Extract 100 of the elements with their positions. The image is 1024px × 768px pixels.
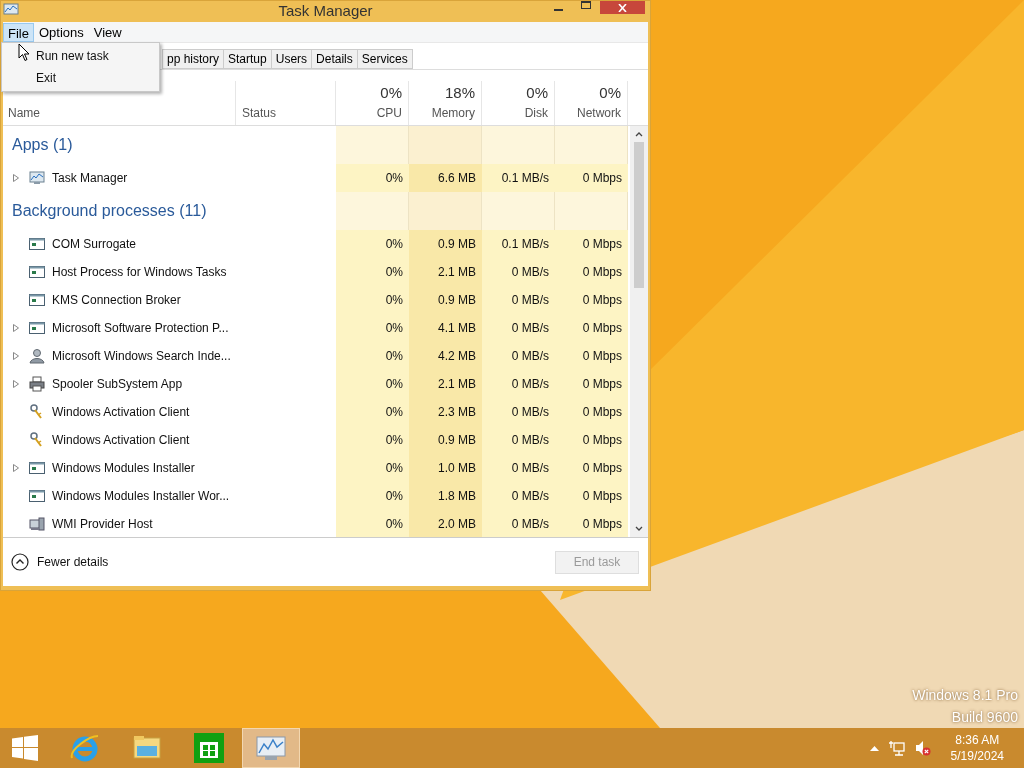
window-icon (29, 236, 45, 252)
table-cell: 0 MB/s (482, 314, 555, 342)
menu-item[interactable]: Options (33, 22, 89, 42)
table-cell: 0 Mbps (555, 230, 628, 258)
menu-entry[interactable]: Exit (32, 67, 159, 89)
table-cell: 0% (336, 398, 409, 426)
close-button[interactable] (600, 1, 645, 14)
process-name: Host Process for Windows Tasks (52, 264, 227, 281)
table-cell: 0 Mbps (555, 454, 628, 482)
expand-arrow-icon[interactable] (13, 380, 19, 388)
tab[interactable]: Services (356, 49, 413, 69)
process-name: COM Surrogate (52, 236, 137, 253)
usage-percent: 0% (599, 82, 621, 103)
network-icon[interactable] (888, 740, 905, 756)
column-header[interactable]: Name (8, 104, 40, 122)
scrollbar-thumb[interactable] (634, 142, 644, 288)
table-cell: 0 MB/s (482, 398, 555, 426)
maximize-icon (581, 1, 591, 9)
table-cell: 2.0 MB (409, 510, 482, 537)
column-header[interactable]: Memory (431, 104, 475, 122)
table-cell: 4.2 MB (409, 342, 482, 370)
group-heading: Background processes (11) (12, 201, 207, 221)
table-cell: 0 MB/s (482, 342, 555, 370)
menu-entry[interactable]: Run new task (32, 45, 159, 67)
table-cell: 4.1 MB (409, 314, 482, 342)
tab[interactable]: Details (311, 49, 358, 69)
process-name: KMS Connection Broker (52, 292, 181, 309)
tab[interactable]: Startup (223, 49, 272, 69)
menu-item[interactable]: View (88, 22, 127, 42)
table-cell: 0% (336, 230, 409, 258)
tab[interactable]: pp history (162, 49, 225, 69)
window-icon (29, 488, 45, 504)
close-icon (618, 3, 627, 12)
show-hidden-icons-icon[interactable] (869, 745, 879, 751)
group-heading: Apps (1) (12, 135, 73, 155)
table-cell: 0.1 MB/s (482, 230, 555, 258)
table-cell: 0 Mbps (555, 286, 628, 314)
table-cell: 0% (336, 454, 409, 482)
usage-percent: 18% (444, 82, 475, 103)
process-name: Windows Modules Installer (52, 460, 195, 477)
column-header[interactable]: Disk (524, 104, 548, 122)
keys-icon (29, 432, 45, 448)
table-cell: 2.1 MB (409, 370, 482, 398)
window-icon (29, 264, 45, 280)
table-cell: 1.8 MB (409, 482, 482, 510)
table-cell: 0 Mbps (555, 164, 628, 192)
printer-icon (29, 376, 45, 392)
column-header[interactable]: Status (242, 104, 277, 122)
column-header[interactable]: Network (577, 104, 621, 122)
window-icon (29, 292, 45, 308)
expand-arrow-icon[interactable] (13, 464, 19, 472)
expand-arrow-icon[interactable] (13, 352, 19, 360)
table-cell: 1.0 MB (409, 454, 482, 482)
taskbar-app[interactable] (242, 728, 300, 768)
usage-percent: 0% (380, 82, 402, 103)
browser-e-icon (69, 732, 101, 764)
table-cell: 0% (336, 258, 409, 286)
scrollbar[interactable] (630, 126, 648, 537)
column-header[interactable]: CPU (376, 104, 402, 122)
expand-arrow-icon[interactable] (13, 174, 19, 182)
monitor-chart-icon (29, 170, 45, 186)
table-cell: 0 Mbps (555, 398, 628, 426)
store-bag-icon (193, 732, 225, 764)
table-cell: 0 MB/s (482, 510, 555, 537)
table-cell: 0 Mbps (555, 258, 628, 286)
speaker-muted-icon[interactable] (914, 740, 931, 756)
process-name: Spooler SubSystem App (52, 376, 183, 393)
table-cell: 0 Mbps (555, 314, 628, 342)
table-cell: 0 MB/s (482, 482, 555, 510)
fewer-details-button[interactable]: Fewer details (11, 553, 109, 571)
table-cell: 0 MB/s (482, 426, 555, 454)
window-icon (29, 460, 45, 476)
watermark-text: Build 9600 (951, 708, 1018, 727)
table-cell: 0.9 MB (409, 426, 482, 454)
tab[interactable]: Users (270, 49, 313, 69)
table-cell: 0 Mbps (555, 370, 628, 398)
table-cell: 0 Mbps (555, 426, 628, 454)
collapse-up-icon (11, 553, 29, 571)
table-cell: 0% (336, 342, 409, 370)
table-cell: 2.1 MB (409, 258, 482, 286)
computer-icon (29, 516, 45, 532)
windows-logo-icon (12, 735, 38, 761)
table-cell: 0% (336, 510, 409, 537)
process-name: Windows Activation Client (52, 404, 190, 421)
table-cell: 0% (336, 164, 409, 192)
process-name: Microsoft Windows Search Inde... (52, 348, 231, 365)
process-name: Windows Modules Installer Wor... (52, 488, 230, 505)
menu-item[interactable]: File (3, 22, 34, 42)
table-cell: 6.6 MB (409, 164, 482, 192)
table-cell: 0.9 MB (409, 230, 482, 258)
expand-arrow-icon[interactable] (13, 324, 19, 332)
window-icon (29, 320, 45, 336)
table-cell: 0% (336, 370, 409, 398)
table-cell: 0% (336, 314, 409, 342)
minimize-icon (553, 9, 563, 11)
process-name: Task Manager (52, 170, 128, 187)
table-cell: 0 Mbps (555, 510, 628, 537)
person-icon (29, 348, 45, 364)
app-icon (3, 2, 19, 18)
table-cell: 0% (336, 426, 409, 454)
